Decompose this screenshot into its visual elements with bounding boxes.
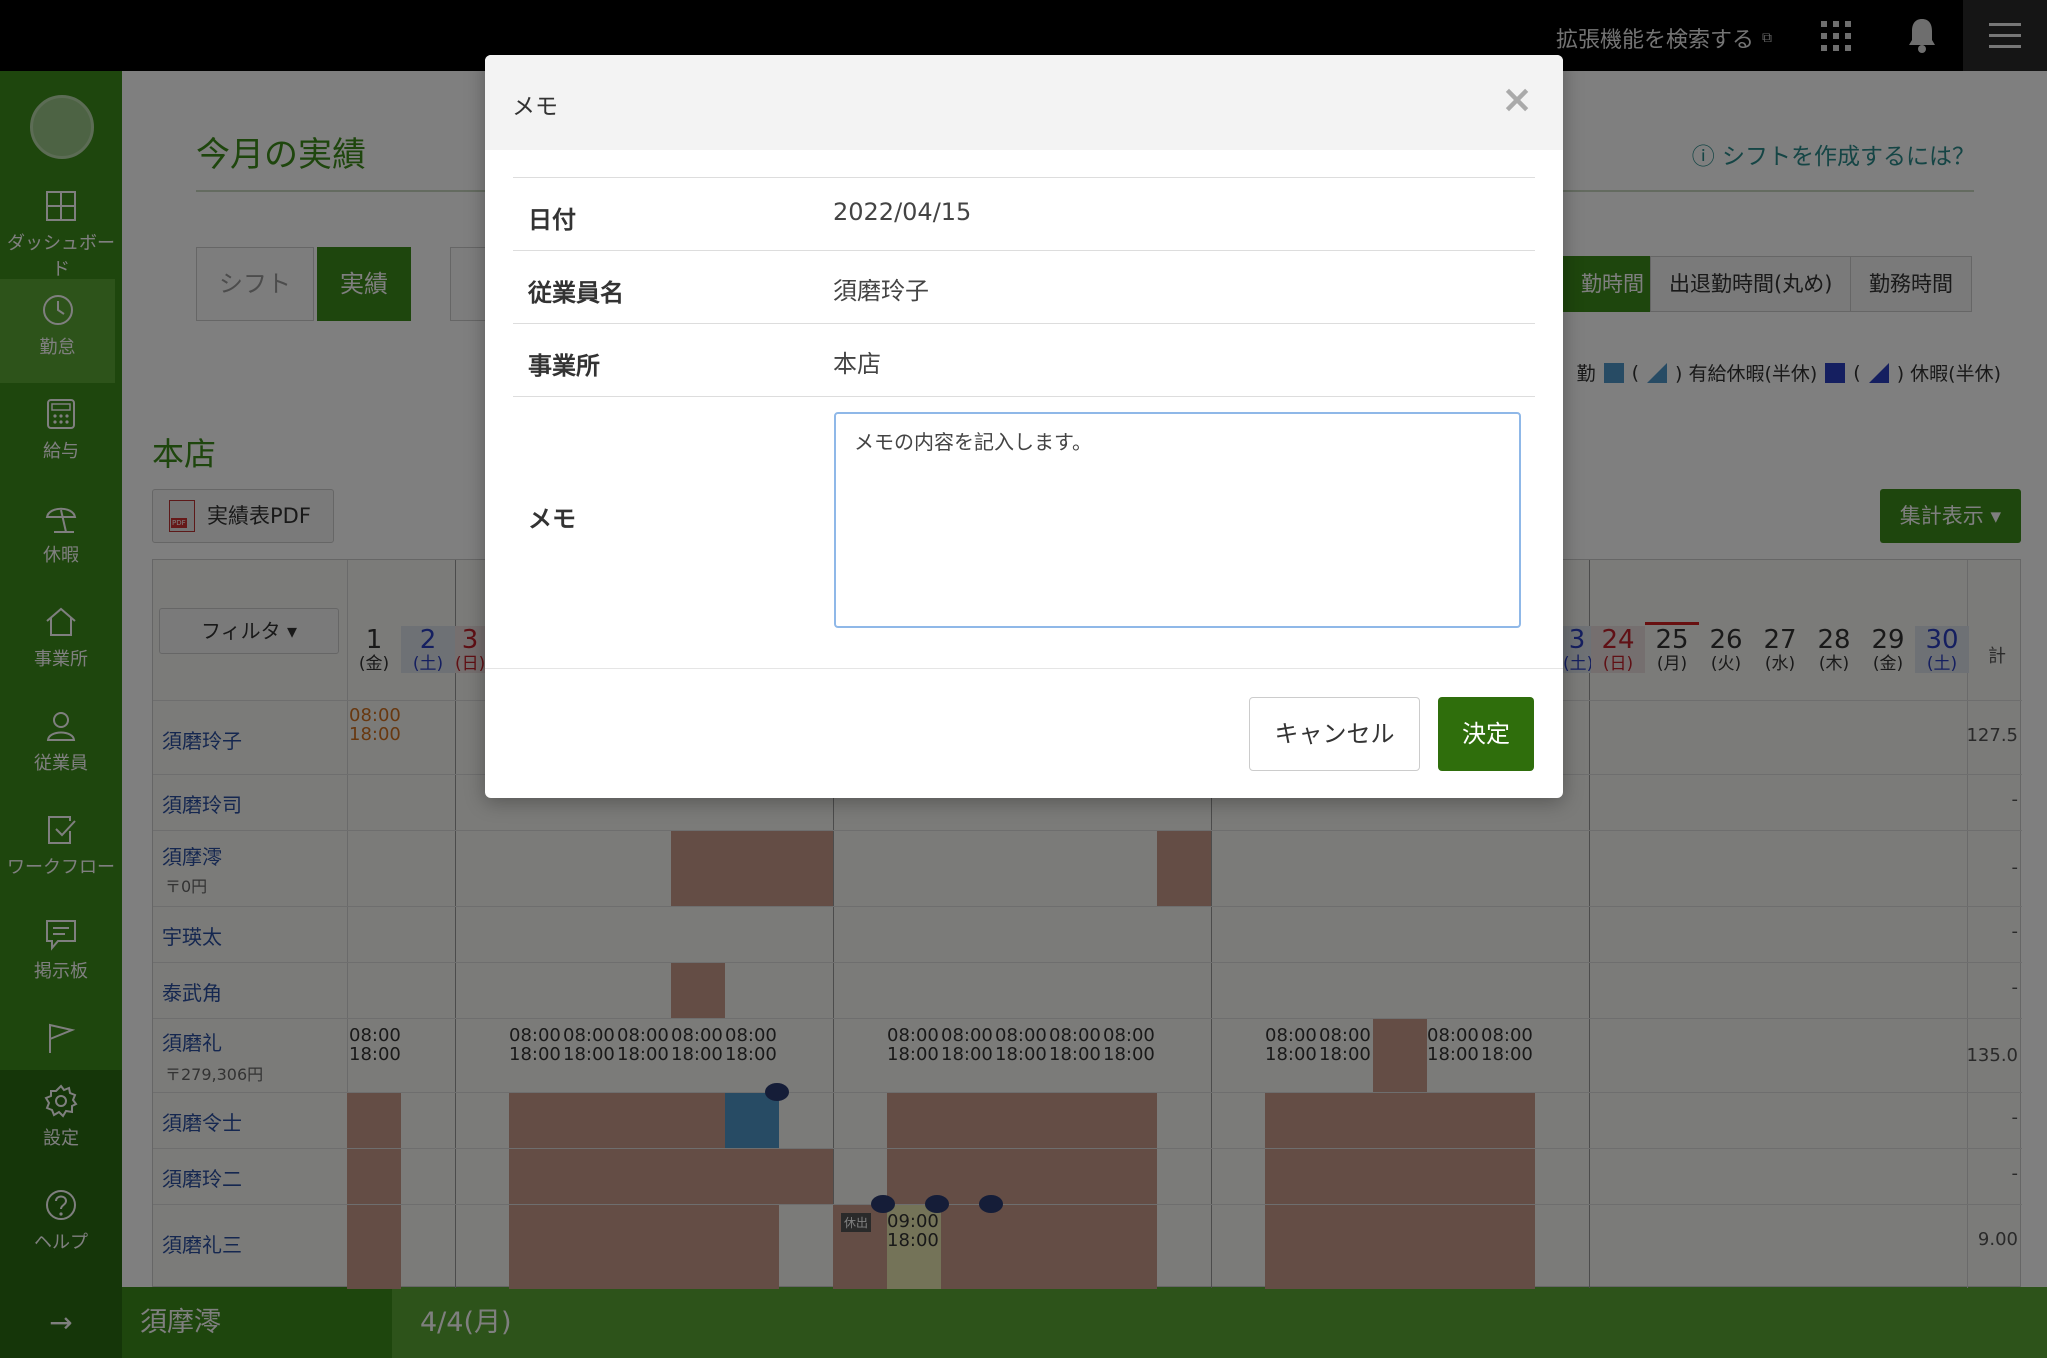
memo-textarea[interactable]: メモの内容を記入します。 [834, 412, 1521, 628]
field-label: 事業所 [528, 352, 600, 380]
field-label: 日付 [528, 206, 576, 234]
modal-footer: キャンセル 決定 [485, 668, 1563, 798]
field-row-employee: 従業員名 須磨玲子 [513, 250, 1535, 323]
field-value: 須磨玲子 [833, 277, 929, 305]
memo-modal: メモ × 日付 2022/04/15 従業員名 須磨玲子 事業所 本店 メモ メ… [485, 55, 1563, 798]
field-value: 2022/04/15 [833, 198, 972, 226]
field-row-office: 事業所 本店 [513, 323, 1535, 396]
ok-button[interactable]: 決定 [1438, 697, 1534, 771]
field-value: 本店 [833, 350, 881, 378]
field-label: メモ [528, 505, 576, 533]
field-label: 従業員名 [528, 279, 624, 307]
cancel-button[interactable]: キャンセル [1249, 697, 1420, 771]
modal-title: メモ [512, 94, 558, 120]
field-row-date: 日付 2022/04/15 [513, 177, 1535, 250]
modal-header: メモ × [485, 55, 1563, 150]
close-icon[interactable]: × [1501, 77, 1533, 121]
